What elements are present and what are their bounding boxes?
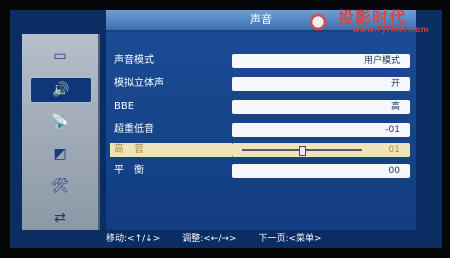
menu-row-treble[interactable]: 高 音 01	[110, 143, 410, 157]
footer-adjust: 调整:<←/→>	[182, 234, 237, 244]
menu-row-sound-mode[interactable]: 声音模式 用户模式	[110, 54, 410, 68]
footer-next: 下一页:<菜单>	[258, 234, 322, 244]
row-value[interactable]: 用户模式	[232, 54, 410, 68]
row-label: 模拟立体声	[114, 78, 164, 89]
settings-sidebar: ▭ 🔊 📡 ◩ 🛠 ⇄	[22, 34, 100, 230]
treble-slider[interactable]: 01	[232, 143, 410, 157]
menu-row-bbe[interactable]: BBE 高	[110, 100, 410, 114]
swap-icon[interactable]: ⇄	[38, 206, 82, 230]
watermark-url: www.PjTime.com	[352, 25, 429, 34]
watermark-logo-icon	[304, 10, 332, 34]
menu-row-balance[interactable]: 平 衡 00	[110, 164, 410, 178]
row-value[interactable]: 00	[232, 164, 410, 178]
watermark: 投影时代 www.PjTime.com	[304, 4, 450, 38]
row-label: BBE	[114, 101, 135, 112]
satellite-icon[interactable]: 📡	[38, 110, 82, 134]
row-label: 平 衡	[114, 165, 144, 176]
row-label: 声音模式	[114, 55, 154, 66]
settings-icon[interactable]: ◩	[38, 142, 82, 166]
speaker-icon[interactable]: 🔊	[30, 77, 92, 103]
menu-row-stereo[interactable]: 模拟立体声 开	[110, 77, 410, 91]
row-value: 01	[388, 145, 400, 155]
tv-menu-screen: 声音 ▭ 🔊 📡 ◩ 🛠 ⇄ 声音模式 用户模式 模拟立体声 开 BBE 高 超…	[10, 10, 442, 248]
tv-icon[interactable]: ▭	[38, 44, 82, 68]
slider-thumb[interactable]	[299, 146, 306, 156]
sound-settings-panel: 声音模式 用户模式 模拟立体声 开 BBE 高 超重低音 -01 高 音 01 …	[106, 32, 416, 230]
row-value[interactable]: 高	[232, 100, 410, 114]
row-label: 高 音	[110, 143, 232, 157]
menu-row-subwoofer[interactable]: 超重低音 -01	[110, 123, 410, 137]
footer-move: 移动:<↑/↓>	[106, 234, 161, 244]
row-value[interactable]: -01	[232, 123, 410, 137]
row-label: 超重低音	[114, 124, 154, 135]
help-footer: 移动:<↑/↓> 调整:<←/→> 下一页:<菜单>	[98, 232, 446, 246]
tools-icon[interactable]: 🛠	[38, 174, 82, 198]
row-value[interactable]: 开	[232, 77, 410, 91]
